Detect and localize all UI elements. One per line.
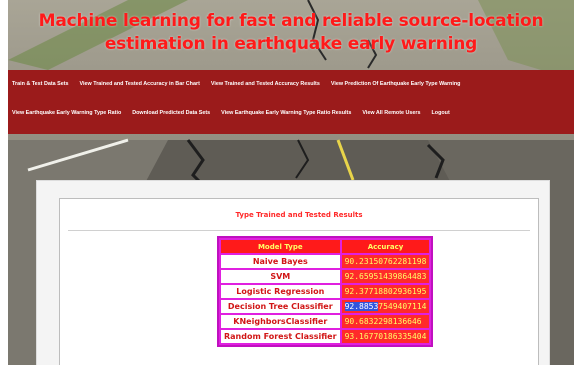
- nav-link-accuracy-results[interactable]: View Trained and Tested Accuracy Results: [211, 81, 320, 87]
- nav-link-logout[interactable]: Logout: [431, 110, 449, 116]
- model-name: SVM: [221, 270, 340, 283]
- accuracy-table: Model Type Accuracy Naive Bayes 90.23150…: [217, 236, 434, 347]
- table-row: SVM 92.65951439864483: [221, 270, 430, 283]
- table-row: Decision Tree Classifier 92.885375494071…: [221, 300, 430, 313]
- table-row: Logistic Regression 92.37718802936195: [221, 285, 430, 298]
- page-title: Machine learning for fast and reliable s…: [38, 11, 544, 54]
- nav-link-accuracy-bar-chart[interactable]: View Trained and Tested Accuracy in Bar …: [80, 81, 200, 87]
- page-background: Machine learning for fast and reliable s…: [8, 0, 574, 365]
- table-row: KNeighborsClassifier 90.6832298136646: [221, 315, 430, 328]
- accuracy-value: 92.37718802936195: [341, 285, 430, 298]
- results-box: Type Trained and Tested Results Model Ty…: [59, 198, 539, 365]
- table-row: Random Forest Classifier 93.167701863354…: [221, 330, 430, 343]
- results-title: Type Trained and Tested Results: [235, 211, 363, 219]
- nav-link-download-predicted-data[interactable]: Download Predicted Data Sets: [132, 110, 210, 116]
- table-header-row: Model Type Accuracy: [221, 240, 430, 253]
- accuracy-value: 93.16770186335404: [341, 330, 430, 343]
- content-panel: Type Trained and Tested Results Model Ty…: [36, 180, 550, 365]
- nav-row-2: View Earthquake Early Warning Type Ratio…: [8, 110, 574, 116]
- nav-link-warning-type-ratio-results[interactable]: View Earthquake Early Warning Type Ratio…: [221, 110, 351, 116]
- accuracy-value-rest: 7549407114: [378, 302, 427, 311]
- model-name: Decision Tree Classifier: [221, 300, 340, 313]
- model-name: Logistic Regression: [221, 285, 340, 298]
- table-row: Naive Bayes 90.23150762281198: [221, 255, 430, 268]
- accuracy-value: 92.65951439864483: [341, 270, 430, 283]
- accuracy-value: 90.23150762281198: [341, 255, 430, 268]
- nav-link-prediction-warning-type[interactable]: View Prediction Of Earthquake Early Type…: [331, 81, 461, 87]
- model-name: Random Forest Classifier: [221, 330, 340, 343]
- nav-link-warning-type-ratio[interactable]: View Earthquake Early Warning Type Ratio: [12, 110, 121, 116]
- accuracy-value: 92.88537549407114: [341, 300, 430, 313]
- column-header-accuracy: Accuracy: [341, 240, 430, 253]
- nav-link-remote-users[interactable]: View All Remote Users: [362, 110, 420, 116]
- divider: [68, 230, 530, 231]
- accuracy-value: 90.6832298136646: [341, 315, 430, 328]
- model-name: Naive Bayes: [221, 255, 340, 268]
- column-header-model-type: Model Type: [221, 240, 340, 253]
- main-navigation: Train & Test Data Sets View Trained and …: [8, 70, 574, 134]
- nav-row-1: Train & Test Data Sets View Trained and …: [8, 81, 574, 87]
- selected-text: 92.8853: [344, 302, 379, 311]
- model-name: KNeighborsClassifier: [221, 315, 340, 328]
- nav-link-train-test-data-sets[interactable]: Train & Test Data Sets: [12, 81, 69, 87]
